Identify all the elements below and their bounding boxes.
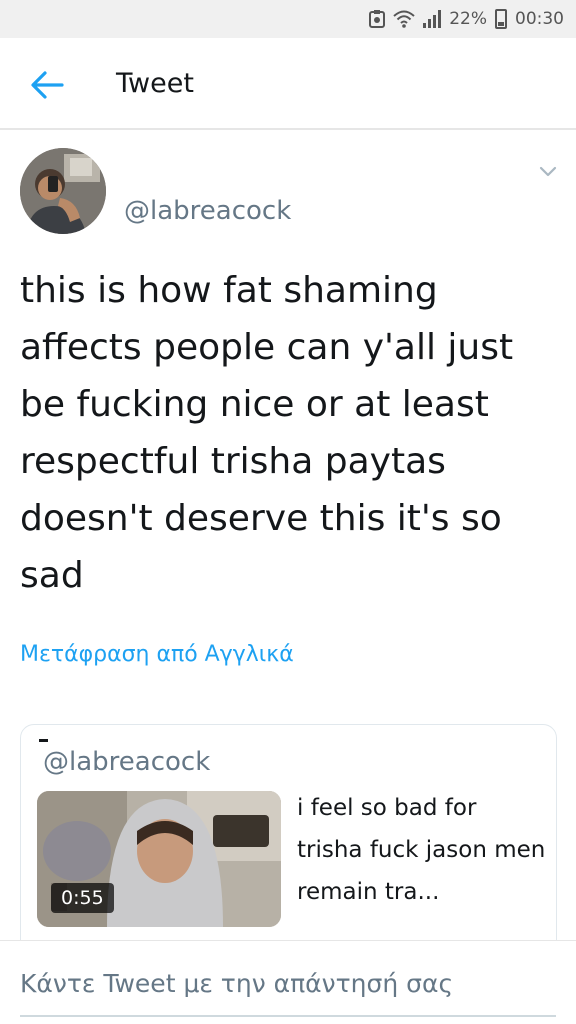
reply-input[interactable]: Κάντε Tweet με την απάντησή σας	[20, 969, 453, 998]
quoted-tweet-text: i feel so bad for trisha fuck jason men …	[297, 795, 546, 905]
video-duration-badge: 0:55	[51, 883, 114, 913]
signal-icon	[423, 10, 442, 28]
clock: 00:30	[515, 9, 564, 29]
quoted-tweet-card[interactable]: @labreacock 0:55 i feel so bad for trish…	[20, 724, 557, 954]
status-icons: 22% 00:30	[369, 6, 564, 32]
tweet-menu-button[interactable]	[536, 160, 560, 184]
page-title: Tweet	[116, 68, 194, 99]
reply-input-underline	[20, 1015, 556, 1017]
quote-name-mark	[39, 739, 48, 742]
app-header: Tweet	[0, 38, 576, 130]
battery-icon	[495, 9, 507, 29]
reply-bar: Κάντε Tweet με την απάντησή σας	[0, 940, 576, 1024]
tweet-text: this is how fat shaming affects people c…	[20, 270, 514, 596]
chevron-down-icon	[539, 166, 557, 177]
battery-percent: 22%	[449, 9, 487, 29]
avatar[interactable]	[20, 148, 106, 234]
author-handle[interactable]: @labreacock	[124, 196, 291, 226]
arrow-left-icon	[31, 71, 64, 99]
wifi-icon	[393, 10, 415, 28]
status-bar: 22% 00:30	[0, 0, 576, 38]
quoted-handle: @labreacock	[43, 747, 211, 777]
notification-icon	[369, 10, 386, 28]
video-thumbnail[interactable]: 0:55	[37, 791, 281, 927]
back-button[interactable]	[26, 64, 68, 106]
translate-link[interactable]: Μετάφραση από Αγγλικά	[20, 642, 294, 667]
